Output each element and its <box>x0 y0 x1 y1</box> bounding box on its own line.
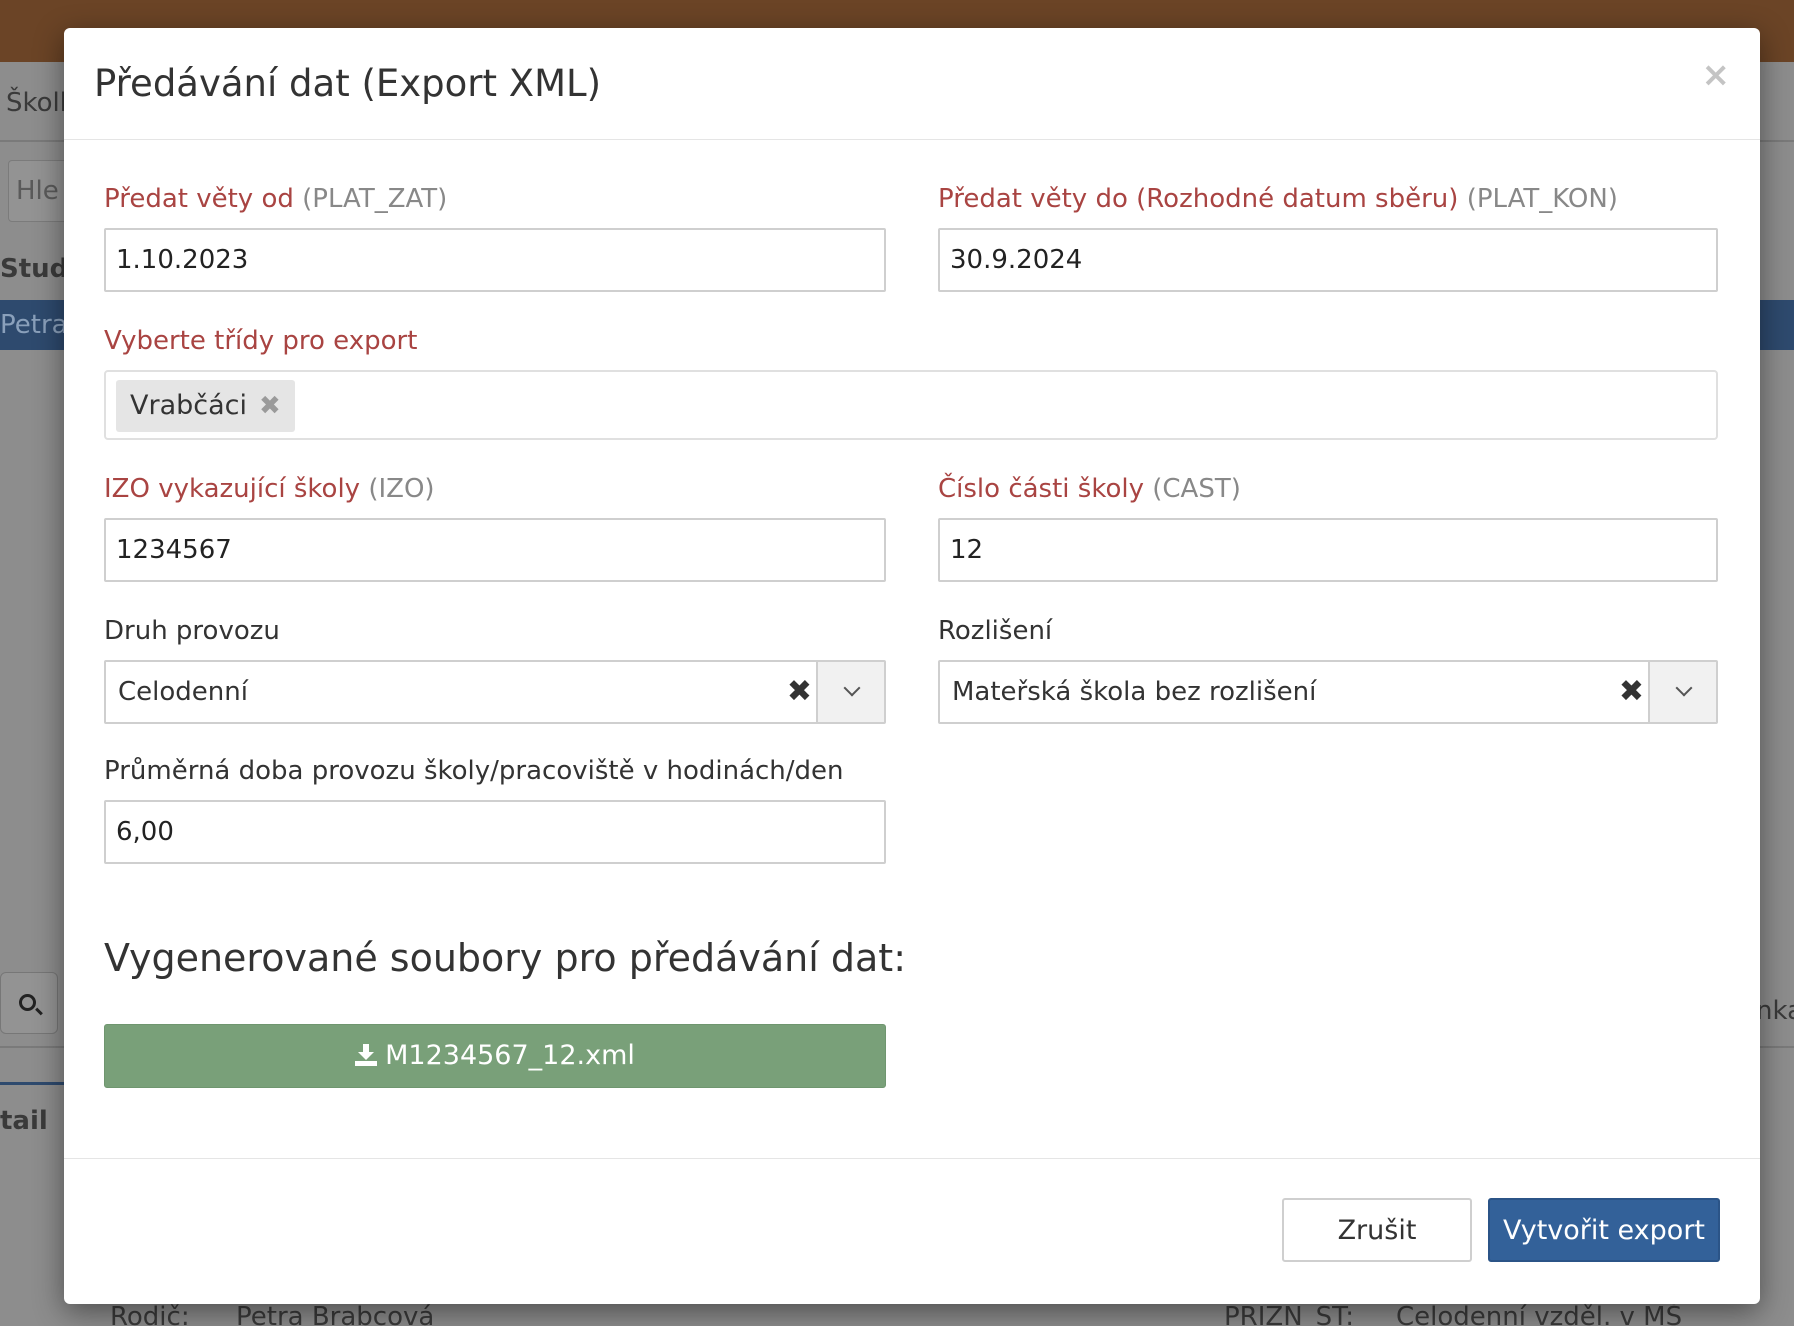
classes-multiselect[interactable]: Vrabčáci ✖ <box>104 370 1718 440</box>
izo-code: (IZO) <box>368 474 435 504</box>
plat-kon-label: Předat věty do (Rozhodné datum sběru) (P… <box>938 184 1618 214</box>
classes-label: Vyberte třídy pro export <box>104 326 418 356</box>
remove-tag-icon[interactable]: ✖ <box>259 380 281 432</box>
dropdown-toggle[interactable] <box>1648 662 1716 722</box>
druh-provozu-select[interactable]: Celodenní ✖ <box>104 660 886 724</box>
detail-label: PRIZN_ST: <box>1224 1302 1354 1326</box>
detail-value: Petra Brabcová <box>236 1302 435 1326</box>
tab-indicator <box>0 1082 64 1085</box>
rozliseni-select[interactable]: Mateřská škola bez rozlišení ✖ <box>938 660 1718 724</box>
download-icon <box>355 1044 378 1066</box>
rozliseni-label: Rozlišení <box>938 616 1053 646</box>
text-fragment: nka <box>1756 996 1794 1026</box>
close-icon[interactable]: × <box>1702 58 1731 92</box>
download-file-name: M1234567_12.xml <box>385 1040 635 1071</box>
plat-zat-code: (PLAT_ZAT) <box>302 184 448 214</box>
plat-kon-label-text: Předat věty do (Rozhodné datum sběru) <box>938 184 1459 214</box>
detail-heading: tail <box>0 1106 48 1136</box>
izo-input[interactable]: 1234567 <box>104 518 886 582</box>
modal-title: Předávání dat (Export XML) <box>94 62 602 105</box>
druh-provozu-value: Celodenní <box>118 677 248 707</box>
table-cell: Petra <box>0 310 68 340</box>
modal-header: Předávání dat (Export XML) × <box>64 28 1760 140</box>
class-tag-label: Vrabčáci <box>130 390 247 421</box>
export-modal: Předávání dat (Export XML) × Předat věty… <box>64 28 1760 1304</box>
druh-provozu-label: Druh provozu <box>104 616 280 646</box>
generated-files-heading: Vygenerované soubory pro předávání dat: <box>104 936 907 980</box>
class-tag: Vrabčáci ✖ <box>116 380 295 432</box>
plat-zat-label: Předat věty od (PLAT_ZAT) <box>104 184 447 214</box>
search-icon <box>19 994 36 1011</box>
detail-value: Celodenní vzděl. v MŠ <box>1396 1302 1683 1326</box>
plat-kon-input[interactable]: 30.9.2024 <box>938 228 1718 292</box>
dropdown-toggle[interactable] <box>816 662 884 722</box>
cast-code: (CAST) <box>1152 474 1241 504</box>
download-file-button[interactable]: M1234567_12.xml <box>104 1024 886 1088</box>
clear-icon[interactable]: ✖ <box>1619 662 1644 722</box>
chevron-down-icon <box>843 679 861 697</box>
modal-footer-divider <box>64 1158 1760 1159</box>
izo-label: IZO vykazující školy (IZO) <box>104 474 435 504</box>
doba-provozu-input[interactable]: 6,00 <box>104 800 886 864</box>
izo-label-text: IZO vykazující školy <box>104 474 361 504</box>
cast-label-text: Číslo části školy <box>938 474 1144 504</box>
cancel-button[interactable]: Zrušit <box>1282 1198 1472 1262</box>
search-button[interactable] <box>0 972 58 1034</box>
plat-zat-label-text: Předat věty od <box>104 184 294 214</box>
chevron-down-icon <box>1675 679 1693 697</box>
rozliseni-value: Mateřská škola bez rozlišení <box>952 677 1317 707</box>
clear-icon[interactable]: ✖ <box>787 662 812 722</box>
search-placeholder: Hle <box>16 176 59 206</box>
plat-zat-input[interactable]: 1.10.2023 <box>104 228 886 292</box>
cast-input[interactable]: 12 <box>938 518 1718 582</box>
doba-provozu-label: Průměrná doba provozu školy/pracoviště v… <box>104 756 844 786</box>
create-export-button[interactable]: Vytvořit export <box>1488 1198 1720 1262</box>
cast-label: Číslo části školy (CAST) <box>938 474 1241 504</box>
plat-kon-code: (PLAT_KON) <box>1466 184 1618 214</box>
detail-label: Rodič: <box>110 1302 190 1326</box>
